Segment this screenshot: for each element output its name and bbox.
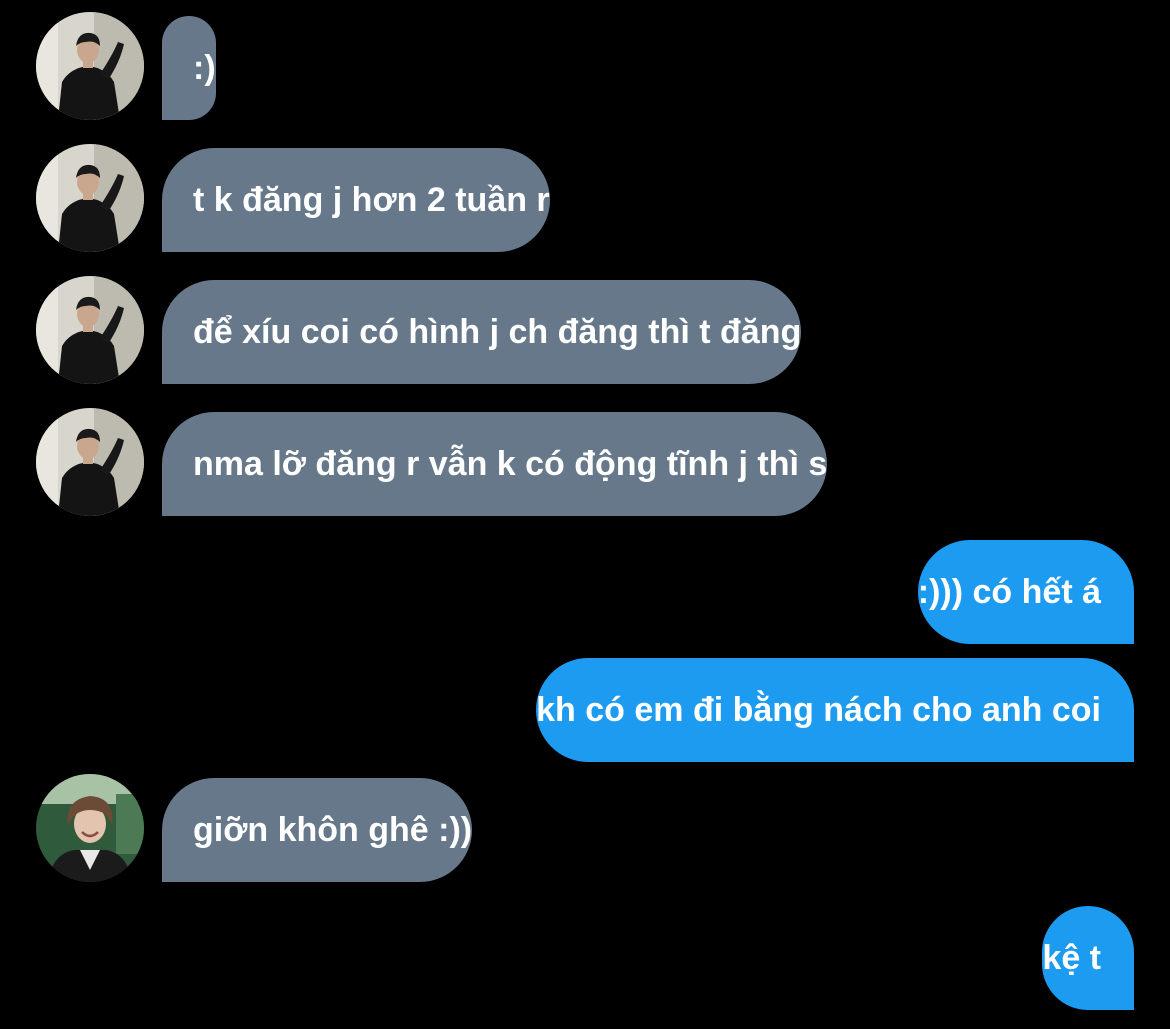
user-a-avatar-photo — [36, 12, 144, 120]
message-text: nma lỡ đăng r vẫn k có động tĩnh j thì s — [193, 445, 828, 483]
outgoing-message-bubble[interactable]: :))) có hết á — [917, 540, 1134, 644]
outgoing-message-bubble[interactable]: kệ t — [1042, 906, 1134, 1010]
user-b-avatar[interactable] — [36, 774, 144, 882]
user-a-avatar[interactable] — [36, 276, 144, 384]
user-a-avatar-photo — [36, 276, 144, 384]
user-a-avatar[interactable] — [36, 12, 144, 120]
message-text: kệ t — [1042, 939, 1101, 977]
message-text: để xíu coi có hình j ch đăng thì t đăng — [193, 313, 802, 351]
incoming-message-bubble[interactable]: :) — [162, 16, 216, 120]
message-text: giỡn khôn ghê :)) — [193, 811, 473, 849]
message-text: :))) có hết á — [917, 573, 1101, 611]
incoming-message-bubble[interactable]: để xíu coi có hình j ch đăng thì t đăng — [162, 280, 802, 384]
user-b-avatar-photo — [36, 774, 144, 882]
user-a-avatar[interactable] — [36, 408, 144, 516]
message-text: kh có em đi bằng nách cho anh coi — [536, 691, 1101, 729]
outgoing-message-bubble[interactable]: kh có em đi bằng nách cho anh coi — [536, 658, 1134, 762]
incoming-message-bubble[interactable]: t k đăng j hơn 2 tuần r — [162, 148, 550, 252]
user-a-avatar[interactable] — [36, 144, 144, 252]
message-text: :) — [193, 49, 216, 87]
message-text: t k đăng j hơn 2 tuần r — [193, 181, 550, 219]
incoming-message-bubble[interactable]: giỡn khôn ghê :)) — [162, 778, 473, 882]
user-a-avatar-photo — [36, 408, 144, 516]
incoming-message-bubble[interactable]: nma lỡ đăng r vẫn k có động tĩnh j thì s — [162, 412, 828, 516]
user-a-avatar-photo — [36, 144, 144, 252]
